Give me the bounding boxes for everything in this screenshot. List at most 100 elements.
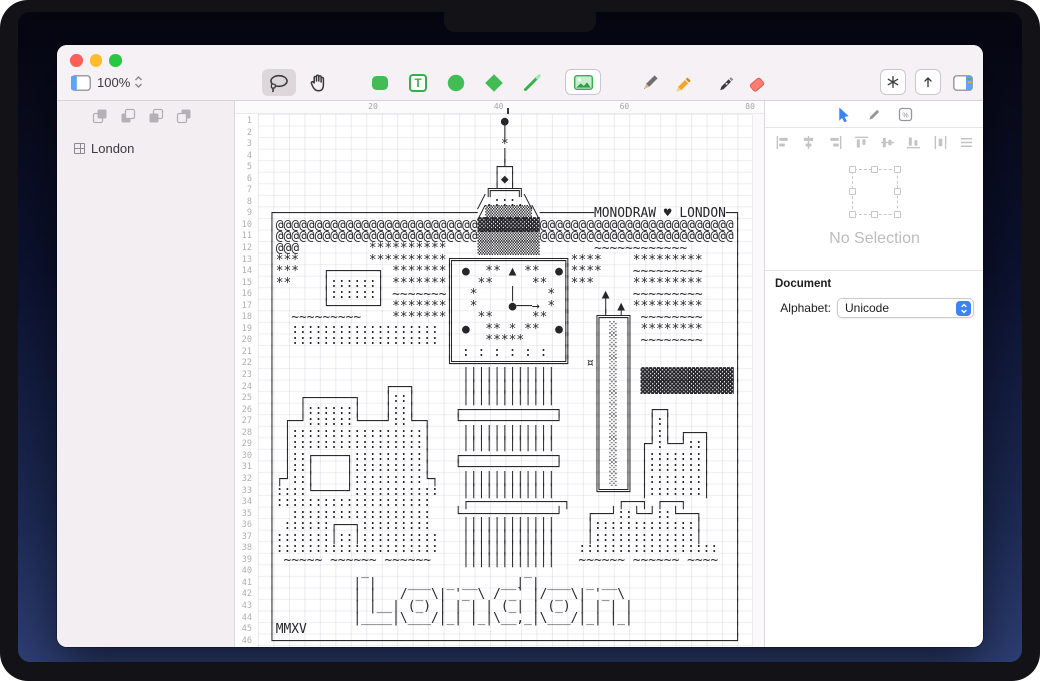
tab-style[interactable]	[867, 107, 882, 122]
line-number: 32	[235, 474, 258, 486]
diamond-icon	[484, 73, 504, 93]
sidebar-item-label: London	[91, 141, 134, 156]
document-section: Document Alphabet: Unicode	[765, 270, 983, 325]
eraser-icon	[747, 73, 767, 93]
layers-sidebar: London	[57, 101, 235, 647]
hand-icon	[308, 73, 328, 93]
green-pencil-icon	[522, 73, 542, 93]
align-center-h-icon[interactable]	[801, 135, 816, 150]
align-toolbar	[765, 129, 983, 156]
align-right-icon[interactable]	[828, 135, 843, 150]
inspector-panel: %	[764, 101, 983, 647]
sidebar-toggle-button[interactable]	[68, 69, 94, 96]
line-number: 14	[235, 266, 258, 278]
line-number: 41	[235, 578, 258, 590]
line-number: 28	[235, 428, 258, 440]
svg-text:%: %	[902, 112, 908, 119]
image-icon	[574, 75, 593, 90]
lasso-icon	[268, 73, 290, 93]
ellipse-tool-button[interactable]	[443, 69, 469, 96]
distribute-v-icon[interactable]	[959, 135, 974, 150]
pencil-small-icon	[867, 107, 882, 122]
zoom-control[interactable]: 100%	[97, 72, 143, 92]
line-number: 22	[235, 358, 258, 370]
line-number: 17	[235, 301, 258, 313]
diamond-tool-button[interactable]	[481, 69, 507, 96]
chevron-up-down-icon	[134, 75, 143, 89]
line-number: 25	[235, 393, 258, 405]
send-to-back-icon[interactable]	[176, 108, 192, 124]
camera-notch	[444, 12, 596, 32]
ascii-art[interactable]: ● │ * │ ┌┴┐ │◆│ ╔╧═╧╗	[268, 116, 741, 647]
distribute-h-icon[interactable]	[933, 135, 948, 150]
insert-image-button[interactable]	[565, 69, 601, 95]
line-number: 16	[235, 289, 258, 301]
hand-tool-button[interactable]	[302, 69, 334, 96]
sidebar-item-london[interactable]: London	[57, 137, 235, 159]
ruler-label: 20	[361, 102, 385, 111]
inspector-toggle-icon	[953, 75, 973, 91]
grid-icon	[74, 143, 85, 154]
line-number: 46	[235, 636, 258, 647]
align-middle-v-icon[interactable]	[880, 135, 895, 150]
line-number: 34	[235, 497, 258, 509]
line-number: 44	[235, 613, 258, 625]
vertical-scrollbar[interactable]	[752, 114, 764, 647]
ruler-label: 80	[738, 102, 762, 111]
popup-stepper[interactable]	[956, 301, 971, 316]
alphabet-value: Unicode	[845, 301, 889, 315]
line-number: 18	[235, 312, 258, 324]
drawing-canvas[interactable]: ● │ * │ ┌┴┐ │◆│ ╔╧═╧╗	[258, 114, 752, 647]
text-tool-icon: T	[408, 73, 428, 93]
inspector-toggle-button[interactable]	[950, 69, 976, 96]
zoom-window-button[interactable]	[109, 54, 122, 67]
minimize-window-button[interactable]	[90, 54, 103, 67]
titlebar[interactable]: 100%	[57, 45, 983, 101]
send-backward-icon[interactable]	[148, 108, 164, 124]
line-number: 1	[235, 116, 258, 128]
line-number: 42	[235, 589, 258, 601]
canvas-region: 20406080 1234567891011121314151617181920…	[235, 101, 764, 647]
eraser-tool-button[interactable]	[744, 69, 770, 96]
tab-format[interactable]: %	[898, 107, 913, 122]
circle-icon	[446, 73, 466, 93]
line-number: 30	[235, 451, 258, 463]
align-bottom-icon[interactable]	[906, 135, 921, 150]
rounded-rect-tool-button[interactable]	[367, 69, 393, 96]
traffic-lights	[70, 54, 122, 67]
close-window-button[interactable]	[70, 54, 83, 67]
line-number: 11	[235, 231, 258, 243]
tab-selection[interactable]	[836, 106, 851, 122]
pointer-icon	[836, 106, 851, 122]
align-left-icon[interactable]	[775, 135, 790, 150]
math-button[interactable]	[880, 69, 906, 95]
line-number: 27	[235, 416, 258, 428]
asterisk-icon	[885, 74, 901, 90]
line-number: 35	[235, 509, 258, 521]
pencil-tool-button[interactable]	[637, 69, 663, 96]
alphabet-label: Alphabet:	[775, 301, 837, 315]
line-number: 45	[235, 624, 258, 636]
pencil-icon	[640, 73, 660, 93]
bring-forward-icon[interactable]	[120, 108, 136, 124]
bring-to-front-icon[interactable]	[92, 108, 108, 124]
align-top-icon[interactable]	[854, 135, 869, 150]
export-button[interactable]	[915, 69, 941, 95]
pen-tool-button[interactable]	[712, 69, 738, 96]
line-number: 9	[235, 208, 258, 220]
lasso-tool-button[interactable]	[262, 69, 296, 96]
line-tool-button[interactable]	[519, 69, 545, 96]
line-number: 3	[235, 139, 258, 151]
line-number: 15	[235, 278, 258, 290]
text-tool-button[interactable]: T	[405, 69, 431, 96]
inspector-tabs: %	[765, 101, 983, 128]
line-number: 23	[235, 370, 258, 382]
line-number: 37	[235, 532, 258, 544]
marker-tool-button[interactable]	[669, 69, 695, 96]
line-number: 31	[235, 462, 258, 474]
percent-box-icon: %	[898, 107, 913, 122]
line-number: 29	[235, 439, 258, 451]
line-number: 40	[235, 566, 258, 578]
alphabet-popup-button[interactable]: Unicode	[837, 298, 974, 318]
ruler: 20406080	[235, 101, 764, 114]
